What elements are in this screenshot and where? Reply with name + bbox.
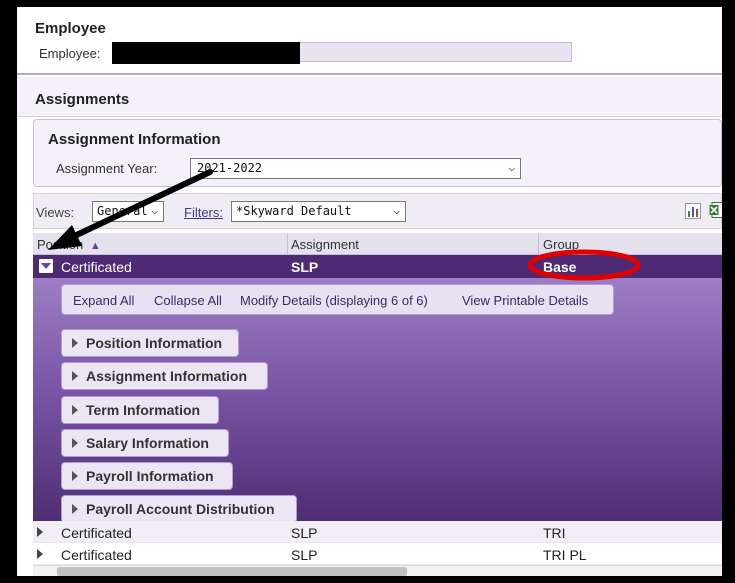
expand-arrow-icon [72,405,78,415]
cell-position: Certificated [61,525,132,541]
assignments-title: Assignments [35,91,130,108]
column-header-group[interactable]: Group [543,237,579,252]
chevron-down-icon: ⌵ [508,161,515,174]
table-row[interactable]: Certificated SLP TRI PL [33,543,722,565]
assignments-header: Assignments [17,77,722,117]
collapse-row-icon[interactable] [39,259,53,273]
section-term-information[interactable]: Term Information [61,396,219,424]
employee-label: Employee: [39,46,101,61]
filters-value: *Skyward Default [236,204,352,218]
expand-arrow-icon [72,371,78,381]
bar-chart-icon[interactable] [685,203,701,219]
section-position-information[interactable]: Position Information [61,329,239,357]
views-value: General [97,204,148,218]
expand-all-link[interactable]: Expand All [73,293,134,308]
expand-row-icon[interactable] [37,527,43,537]
views-toolbar: Views: General ⌵ Filters: *Skyward Defau… [33,193,722,229]
detail-actions-bar: Expand All Collapse All Modify Details (… [61,284,614,315]
table-row[interactable]: Certificated SLP TRI [33,521,722,543]
column-divider [538,233,539,255]
assignment-year-label: Assignment Year: [56,161,158,176]
main-window: Employee Employee: Assignments Assignmen… [17,7,722,576]
column-header-position[interactable]: Position ▲ [37,237,101,252]
grid-header: Position ▲ Assignment Group [33,233,722,255]
cell-group: TRI PL [543,547,587,563]
scrollbar-thumb[interactable] [57,567,407,576]
chevron-down-icon: ⌵ [393,204,400,217]
views-select[interactable]: General ⌵ [92,201,164,222]
assignment-year-select[interactable]: 2021-2022 ⌵ [190,158,521,179]
section-assignment-information[interactable]: Assignment Information [61,362,268,390]
filters-select[interactable]: *Skyward Default ⌵ [231,201,406,222]
sort-ascending-icon: ▲ [89,240,101,252]
section-payroll-account-distribution[interactable]: Payroll Account Distribution [61,495,297,523]
expand-arrow-icon [72,438,78,448]
section-payroll-information[interactable]: Payroll Information [61,462,233,490]
expand-arrow-icon [72,338,78,348]
modify-details-link[interactable]: Modify Details (displaying 6 of 6) [240,293,428,308]
column-divider [287,233,288,255]
employee-title: Employee [35,20,106,37]
section-salary-information[interactable]: Salary Information [61,429,229,457]
expand-arrow-icon [72,471,78,481]
assignment-information-box: Assignment Information Assignment Year: … [33,119,722,187]
cell-group: TRI [543,525,566,541]
cell-group: Base [543,259,577,275]
cell-position: Certificated [61,259,132,275]
table-row-selected[interactable]: Certificated SLP Base [33,255,722,278]
cell-assignment: SLP [291,547,318,563]
view-printable-details-link[interactable]: View Printable Details [462,293,588,308]
excel-export-icon[interactable] [709,202,722,219]
assignment-year-value: 2021-2022 [197,161,263,175]
expand-arrow-icon [72,504,78,514]
employee-section: Employee Employee: [17,7,722,75]
cell-assignment: SLP [291,259,319,275]
cell-position: Certificated [61,547,132,563]
expand-row-icon[interactable] [37,549,43,559]
assignment-information-title: Assignment Information [48,131,221,148]
cell-assignment: SLP [291,525,318,541]
views-label: Views: [36,205,75,220]
employee-name-redaction [112,42,300,64]
chevron-down-icon: ⌵ [151,204,158,217]
collapse-all-link[interactable]: Collapse All [154,293,222,308]
row-detail-panel: Expand All Collapse All Modify Details (… [33,278,722,523]
filters-link[interactable]: Filters: [184,205,223,220]
column-header-assignment[interactable]: Assignment [291,237,359,252]
horizontal-scrollbar[interactable] [33,565,722,576]
